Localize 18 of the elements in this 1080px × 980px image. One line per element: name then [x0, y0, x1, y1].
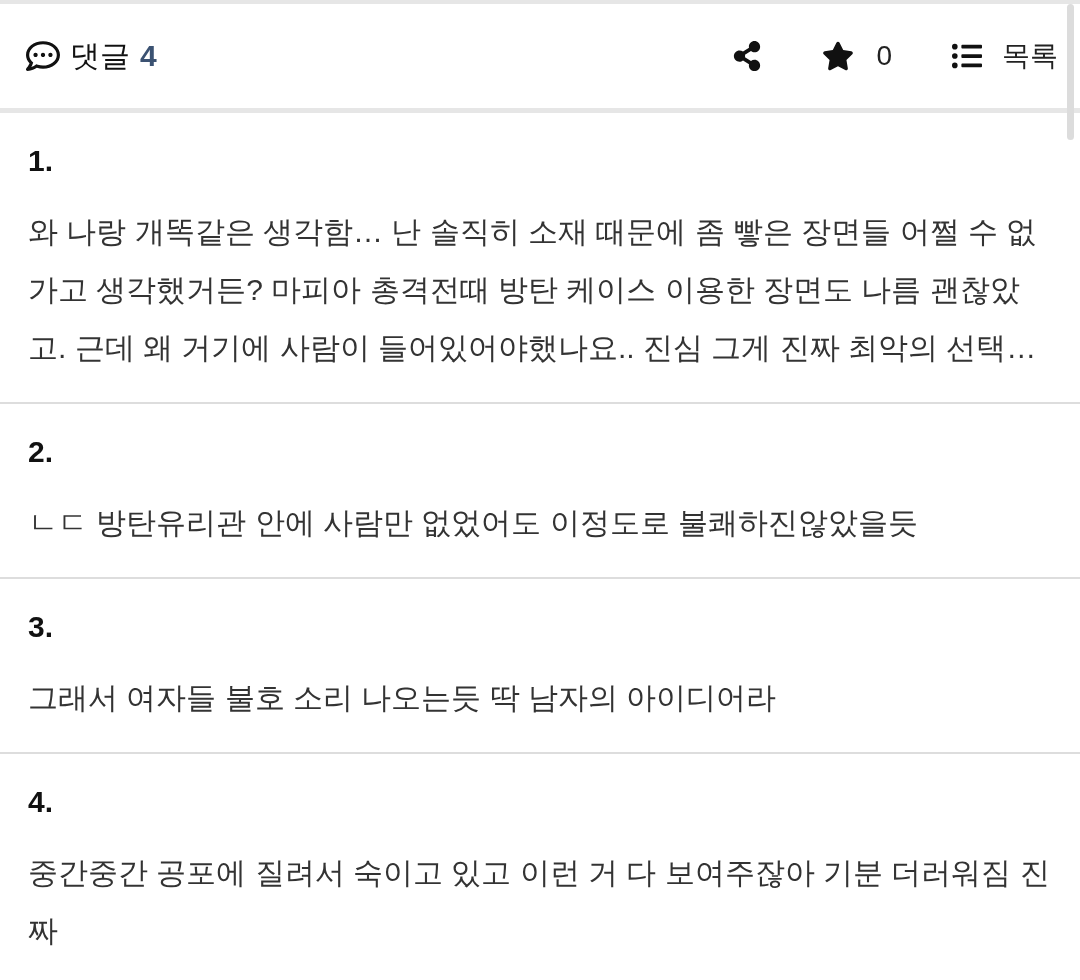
favorite-button[interactable]: 0: [818, 36, 896, 76]
comment-number: 2.: [28, 434, 54, 470]
comment-text: 와 나랑 개똑같은 생각함… 난 솔직히 소재 때문에 좀 빻은 장면들 어쩔 수 없가고 생각했거든? 마피아 총격전때 방탄 케이스 이용한 장면도 나름 괜찮았고. 근데 왜 거기에 사람이 들어있어야했나요.. 진심 그게 진짜 최악의 선택…: [28, 214, 1038, 366]
comment-number: 4.: [28, 784, 54, 820]
comment-text: 중간중간 공포에 질려서 숙이고 있고 이런 거 다 보여주잖아 기분 더러워짐 진짜: [28, 855, 1050, 949]
comment-number: 3.: [28, 609, 54, 645]
comment-text: 그래서 여자들 불호 소리 나오는듯 딱 남자의 아이디어라: [28, 680, 778, 716]
comment-count: 4: [140, 41, 157, 71]
star-icon: [822, 40, 855, 72]
list-icon: [952, 41, 982, 71]
list-label: 목록: [1002, 42, 1058, 70]
favorite-count: 0: [876, 42, 892, 70]
comments-title: 댓글: [70, 41, 130, 71]
comment-text: ㄴㄷ 방탄유리관 안에 사람만 없었어도 이정도로 불쾌하진않았을듯: [28, 505, 919, 541]
comment-number: 1.: [28, 143, 54, 179]
list-button[interactable]: 목록: [948, 37, 1062, 75]
comment-icon: [26, 39, 60, 73]
share-icon: [732, 41, 763, 71]
